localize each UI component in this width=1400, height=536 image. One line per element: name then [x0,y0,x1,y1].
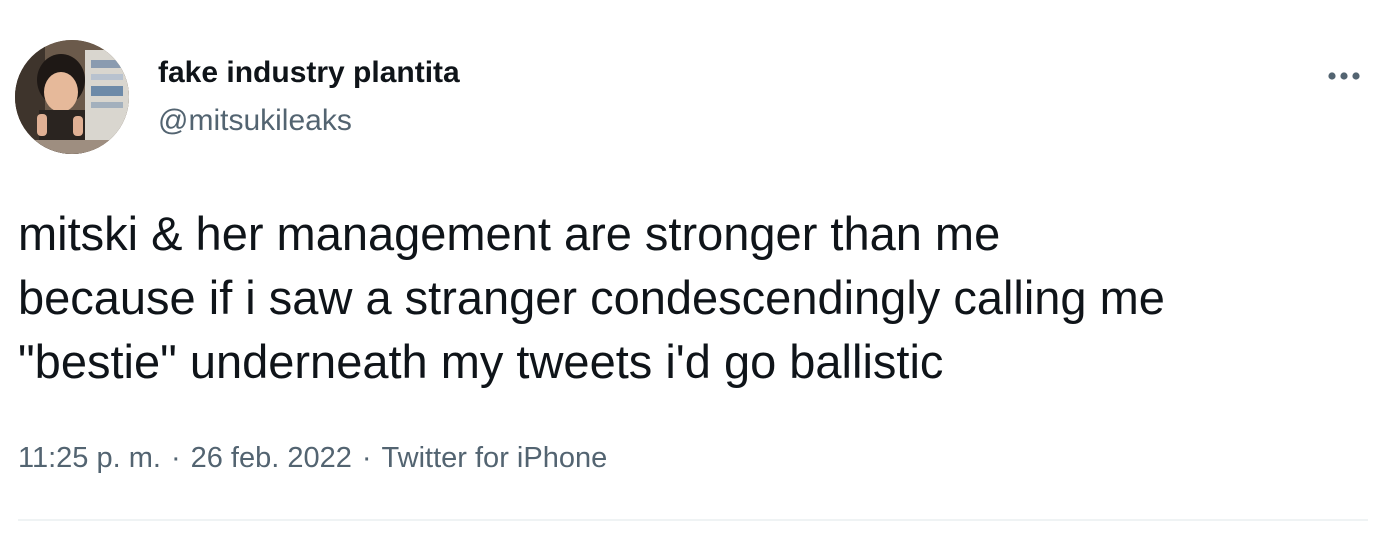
more-horizontal-icon [1328,72,1360,80]
tweet-text-line: "bestie" underneath my tweets i'd go bal… [18,335,944,388]
divider [18,519,1368,521]
tweet-source[interactable]: Twitter for iPhone [382,442,608,474]
author-handle[interactable]: @mitsukileaks [158,102,460,140]
author-block: fake industry plantita @mitsukileaks [158,54,460,140]
tweet-text-line: because if i saw a stranger condescendin… [18,271,1165,324]
more-options-button[interactable] [1318,58,1370,94]
tweet-card: fake industry plantita @mitsukileaks mit… [0,0,1400,536]
avatar-photo [15,40,129,154]
tweet-time[interactable]: 11:25 p. m. [18,442,161,474]
tweet-date[interactable]: 26 feb. 2022 [191,442,352,474]
meta-separator: · [170,442,181,474]
tweet-meta: 11:25 p. m. · 26 feb. 2022 · Twitter for iPh… [18,438,607,478]
author-display-name[interactable]: fake industry plantita [158,54,460,92]
avatar[interactable] [15,40,129,154]
tweet-text-line: mitski & her management are stronger tha… [18,207,1001,260]
meta-separator: · [361,442,372,474]
tweet-text: mitski & her management are stronger tha… [18,202,1388,394]
